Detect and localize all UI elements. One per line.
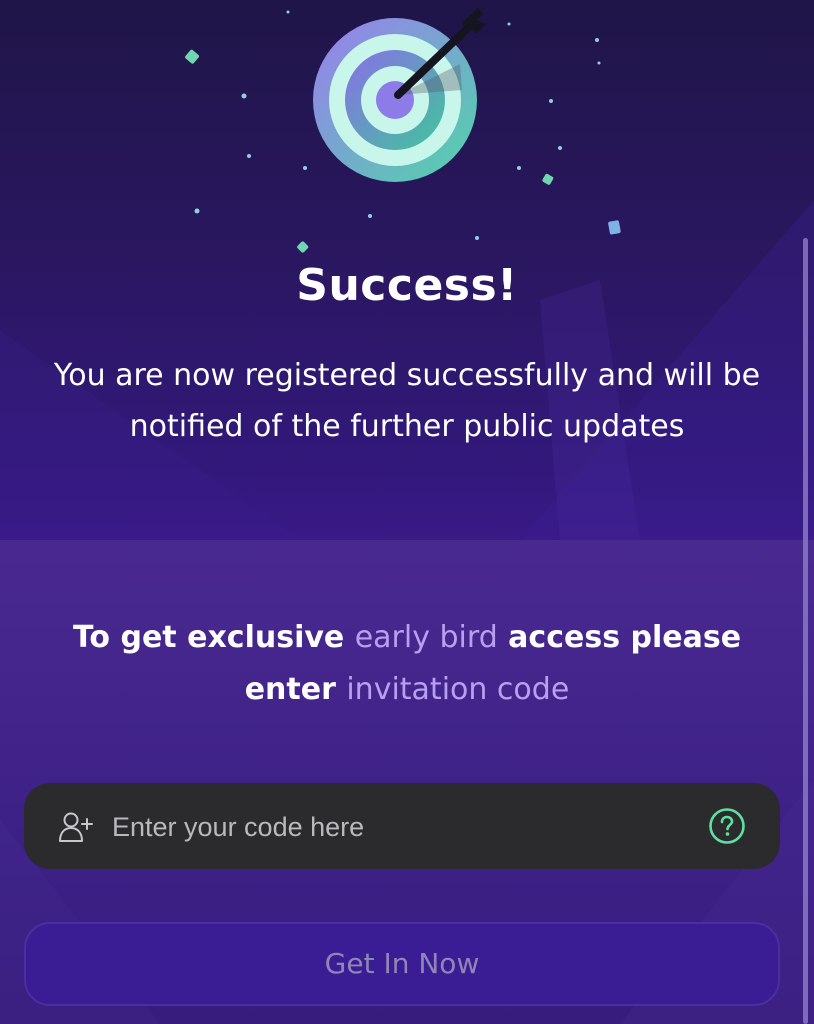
success-title: Success! <box>296 260 518 311</box>
invitation-panel: To get exclusive early bird access pleas… <box>0 540 814 1024</box>
invitation-code-input[interactable] <box>110 803 694 851</box>
user-plus-icon <box>59 812 93 842</box>
prompt-highlight-invitation-code: invitation code <box>346 672 570 707</box>
get-in-now-button[interactable]: Get In Now <box>24 922 780 1006</box>
invitation-code-field[interactable] <box>24 783 780 869</box>
help-circle-icon[interactable] <box>708 807 746 845</box>
prompt-text-1: To get exclusive <box>72 620 355 655</box>
prompt-highlight-early-bird: early bird <box>354 620 498 655</box>
success-screen: Success! You are now registered successf… <box>0 0 814 1024</box>
invitation-prompt: To get exclusive early bird access pleas… <box>30 612 784 716</box>
target-arrow-icon <box>313 8 486 182</box>
success-hero: Success! You are now registered successf… <box>0 0 814 540</box>
scrollbar[interactable] <box>803 238 808 1024</box>
success-message: You are now registered successfully and … <box>53 358 761 444</box>
